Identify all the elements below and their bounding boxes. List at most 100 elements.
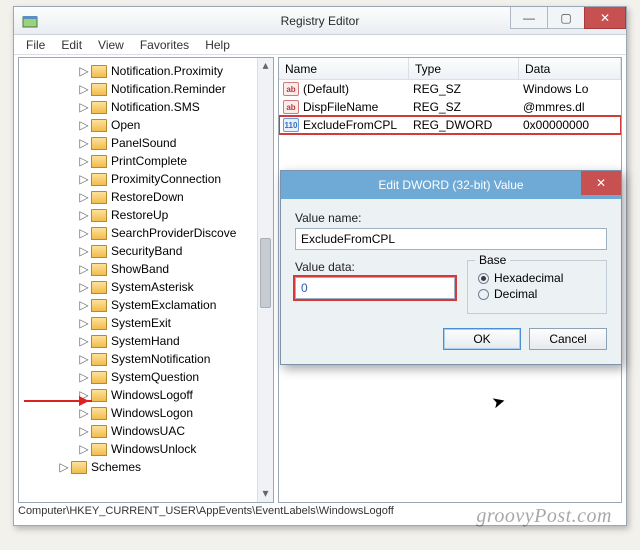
tree-item[interactable]: ▷ SystemQuestion (23, 368, 273, 386)
tree-item[interactable]: ▷Notification.Reminder (23, 80, 273, 98)
tree-item[interactable]: ▷SearchProviderDiscove (23, 224, 273, 242)
tree-item[interactable]: ▷SystemAsterisk (23, 278, 273, 296)
value-type: REG_SZ (413, 82, 523, 96)
expander-icon[interactable]: ▷ (79, 244, 89, 258)
tree-item[interactable]: ▷SystemHand (23, 332, 273, 350)
folder-icon (91, 443, 107, 456)
window-buttons: — ▢ ✕ (511, 7, 626, 29)
tree-item-label: SystemNotification (111, 352, 210, 366)
expander-icon[interactable]: ▷ (79, 208, 89, 222)
folder-icon (91, 65, 107, 78)
tree-item[interactable]: ▷ProximityConnection (23, 170, 273, 188)
value-row[interactable]: ab(Default)REG_SZWindows Lo (279, 80, 621, 98)
expander-icon[interactable]: ▷ (79, 352, 89, 366)
expander-icon[interactable]: ▷ (79, 316, 89, 330)
folder-icon (91, 191, 107, 204)
radio-hexadecimal[interactable]: Hexadecimal (478, 271, 596, 285)
expander-icon[interactable]: ▷ (79, 370, 89, 384)
minimize-button[interactable]: — (510, 7, 548, 29)
expander-icon[interactable]: ▷ (79, 190, 89, 204)
expander-icon[interactable]: ▷ (79, 172, 89, 186)
tree-item[interactable]: ▷PanelSound (23, 134, 273, 152)
value-row[interactable]: abDispFileNameREG_SZ@mmres.dl (279, 98, 621, 116)
expander-icon[interactable]: ▷ (79, 406, 89, 420)
folder-icon (91, 101, 107, 114)
tree-item-label: SystemQuestion (111, 370, 199, 384)
expander-icon[interactable]: ▷ (59, 460, 69, 474)
expander-icon[interactable]: ▷ (79, 82, 89, 96)
tree-item[interactable]: ▷Notification.SMS (23, 98, 273, 116)
titlebar[interactable]: Registry Editor — ▢ ✕ (14, 7, 626, 35)
expander-icon[interactable]: ▷ (79, 64, 89, 78)
folder-icon (91, 299, 107, 312)
annotation-arrow (24, 400, 92, 402)
menu-favorites[interactable]: Favorites (132, 36, 197, 54)
tree-item[interactable]: ▷WindowsUAC (23, 422, 273, 440)
tree-item[interactable]: ▷SecurityBand (23, 242, 273, 260)
tree-item[interactable]: ▷ WindowsUnlock (23, 440, 273, 458)
folder-icon (71, 461, 87, 474)
expander-icon[interactable]: ▷ (79, 280, 89, 294)
close-button[interactable]: ✕ (584, 7, 626, 29)
folder-icon (91, 425, 107, 438)
tree-scrollbar[interactable]: ▴ ▾ (257, 58, 273, 502)
tree-item[interactable]: ▷WindowsLogon (23, 404, 273, 422)
expander-icon[interactable]: ▷ (79, 226, 89, 240)
valuename-label: Value name: (295, 211, 607, 225)
value-row[interactable]: 110ExcludeFromCPLREG_DWORD0x00000000 (279, 116, 621, 134)
folder-icon (91, 407, 107, 420)
scroll-thumb[interactable] (260, 238, 271, 308)
expander-icon[interactable]: ▷ (79, 334, 89, 348)
tree-item[interactable]: ▷RestoreUp (23, 206, 273, 224)
cancel-button[interactable]: Cancel (529, 328, 607, 350)
menubar: File Edit View Favorites Help (14, 35, 626, 55)
col-data[interactable]: Data (519, 58, 621, 79)
radio-dot-icon (478, 273, 489, 284)
expander-icon[interactable]: ▷ (79, 442, 89, 456)
tree-item-label: RestoreDown (111, 190, 184, 204)
menu-help[interactable]: Help (197, 36, 238, 54)
tree-item-label: SystemExclamation (111, 298, 216, 312)
ok-button[interactable]: OK (443, 328, 521, 350)
list-header[interactable]: Name Type Data (279, 58, 621, 80)
tree-item[interactable]: ▷Schemes (23, 458, 273, 476)
tree-pane[interactable]: ▷Notification.Proximity▷Notification.Rem… (18, 57, 274, 503)
dialog-titlebar[interactable]: Edit DWORD (32-bit) Value ✕ (281, 171, 621, 199)
expander-icon[interactable]: ▷ (79, 262, 89, 276)
tree-item-label: ShowBand (111, 262, 169, 276)
scroll-down-icon[interactable]: ▾ (258, 486, 273, 502)
scroll-up-icon[interactable]: ▴ (258, 58, 273, 74)
menu-view[interactable]: View (90, 36, 132, 54)
radio-decimal[interactable]: Decimal (478, 287, 596, 301)
value-type: REG_SZ (413, 100, 523, 114)
tree-item-label: WindowsLogoff (111, 388, 193, 402)
menu-edit[interactable]: Edit (53, 36, 90, 54)
expander-icon[interactable]: ▷ (79, 298, 89, 312)
folder-icon (91, 353, 107, 366)
expander-icon[interactable]: ▷ (79, 100, 89, 114)
tree-item[interactable]: ▷ ShowBand (23, 260, 273, 278)
expander-icon[interactable]: ▷ (79, 154, 89, 168)
value-type-icon: ab (283, 100, 299, 114)
tree-item[interactable]: ▷Notification.Proximity (23, 62, 273, 80)
value-type-icon: 110 (283, 118, 299, 132)
valuename-input[interactable] (295, 228, 607, 250)
tree-item[interactable]: ▷SystemExit (23, 314, 273, 332)
expander-icon[interactable]: ▷ (79, 424, 89, 438)
tree-item[interactable]: ▷Open (23, 116, 273, 134)
tree-item[interactable]: ▷ SystemNotification (23, 350, 273, 368)
maximize-button[interactable]: ▢ (547, 7, 585, 29)
expander-icon[interactable]: ▷ (79, 118, 89, 132)
tree-item[interactable]: ▷PrintComplete (23, 152, 273, 170)
expander-icon[interactable]: ▷ (79, 136, 89, 150)
tree-item[interactable]: ▷ SystemExclamation (23, 296, 273, 314)
tree-item-label: WindowsUnlock (111, 442, 196, 456)
menu-file[interactable]: File (18, 36, 53, 54)
dialog-close-button[interactable]: ✕ (581, 171, 621, 195)
folder-icon (91, 227, 107, 240)
folder-icon (91, 83, 107, 96)
col-name[interactable]: Name (279, 58, 409, 79)
col-type[interactable]: Type (409, 58, 519, 79)
valuedata-input[interactable] (295, 277, 455, 299)
tree-item[interactable]: ▷ RestoreDown (23, 188, 273, 206)
